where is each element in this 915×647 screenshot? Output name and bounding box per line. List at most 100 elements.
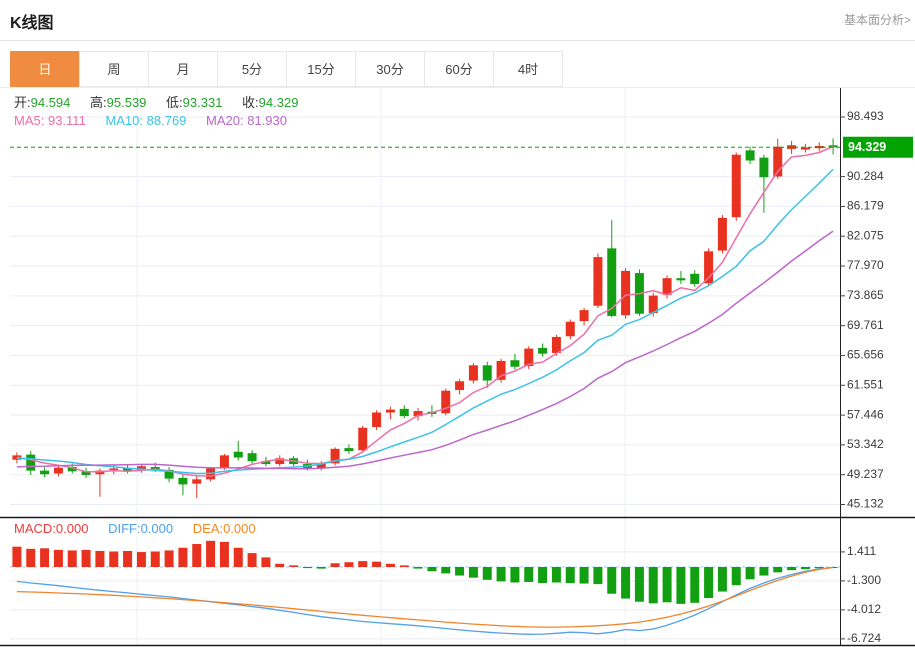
macd-hist-bar — [123, 550, 133, 567]
macd-hist-bar — [219, 541, 229, 567]
tab-60min[interactable]: 60分 — [424, 51, 494, 87]
macd-hist-bar — [538, 567, 548, 584]
macd-hist-bar — [510, 567, 520, 583]
candle-body-up — [551, 336, 561, 353]
candle-body-up — [565, 321, 575, 337]
candle-body-up — [53, 467, 63, 474]
y-axis-label: 69.761 — [847, 318, 884, 332]
macd-hist-bar — [759, 567, 769, 576]
macd-hist-bar — [233, 547, 243, 567]
macd-hist-bar — [482, 567, 492, 580]
candle-body-down — [247, 453, 257, 462]
candle-body-down — [745, 150, 755, 161]
legend-low: 低:93.331 — [166, 95, 223, 110]
candle-body-up — [455, 381, 465, 391]
tab-30min[interactable]: 30分 — [355, 51, 425, 87]
macd-hist-bar — [178, 547, 188, 567]
legend-ma10: MA10: 88.769 — [105, 113, 187, 128]
macd-axis-label: -4.012 — [847, 602, 881, 616]
macd-hist-bar — [150, 551, 160, 567]
macd-hist-bar — [192, 544, 202, 567]
macd-hist-bar — [455, 567, 465, 576]
macd-hist-bar — [81, 549, 91, 567]
candle-body-up — [496, 360, 506, 380]
legend-high: 高:95.539 — [90, 95, 147, 110]
candle-body-up — [800, 147, 810, 150]
macd-hist-bar — [53, 549, 63, 567]
macd-hist-bar — [261, 557, 271, 567]
candle-body-up — [662, 278, 672, 295]
candle-body-down — [233, 451, 243, 458]
macd-hist-bar — [524, 567, 534, 582]
tab-4hour[interactable]: 4时 — [493, 51, 563, 87]
macd-hist-bar — [330, 563, 340, 567]
candle-body-down — [344, 448, 354, 452]
current-price-label: 94.329 — [848, 140, 886, 154]
interval-tab-bar: 日周月 5分 15分 30分 60分 4时 — [10, 51, 563, 87]
macd-hist-bar — [399, 565, 409, 567]
macd-hist-bar — [468, 567, 478, 578]
candle-body-down — [399, 408, 409, 417]
legend-ma5: MA5: 93.111 — [14, 113, 86, 128]
legend-diff: DIFF:0.000 — [108, 521, 174, 536]
candle-body-down — [690, 273, 700, 284]
macd-hist-bar — [800, 567, 810, 570]
macd-hist-bar — [358, 561, 368, 567]
ma5-line — [16, 145, 834, 477]
y-axis-label: 49.237 — [847, 467, 884, 481]
tab-day[interactable]: 日 — [10, 51, 80, 87]
macd-hist-bar — [607, 567, 617, 594]
candle-body-up — [579, 310, 589, 322]
y-axis-label: 57.446 — [847, 407, 884, 421]
candle-body-down — [40, 470, 50, 475]
macd-axis-label: -6.724 — [847, 631, 881, 645]
y-axis-label: 53.342 — [847, 437, 884, 451]
tab-week[interactable]: 周 — [79, 51, 149, 87]
macd-hist-bar — [731, 567, 741, 586]
macd-hist-bar — [648, 567, 658, 604]
legend-close: 收:94.329 — [242, 95, 299, 110]
candle-body-up — [192, 479, 202, 484]
macd-hist-bar — [164, 550, 174, 567]
y-axis-label: 45.132 — [847, 497, 884, 511]
macd-hist-bar — [109, 551, 119, 567]
tab-5min[interactable]: 5分 — [217, 51, 287, 87]
macd-hist-bar — [773, 567, 783, 573]
macd-axis-label: 1.411 — [847, 544, 876, 558]
macd-hist-bar — [676, 567, 686, 604]
macd-hist-bar — [690, 567, 700, 603]
macd-hist-bar — [372, 561, 382, 567]
macd-hist-bar — [704, 567, 714, 599]
tab-15min[interactable]: 15分 — [286, 51, 356, 87]
macd-hist-bar — [621, 567, 631, 599]
candle-body-down — [482, 365, 492, 381]
macd-hist-bar — [787, 567, 797, 571]
candle-body-up — [621, 270, 631, 316]
macd-hist-bar — [67, 550, 77, 567]
y-axis-label: 77.970 — [847, 258, 884, 272]
legend-dea: DEA:0.000 — [192, 521, 256, 536]
ohlc-legend: 开:94.594 高:95.539 低:93.331 收:94.329 — [14, 92, 314, 111]
macd-hist-bar — [289, 565, 299, 567]
macd-hist-bar — [496, 567, 506, 582]
macd-hist-bar — [136, 552, 146, 567]
candle-body-down — [510, 360, 520, 367]
macd-hist-bar — [717, 567, 727, 592]
candle-body-up — [109, 468, 119, 470]
y-axis-label: 86.179 — [847, 199, 884, 213]
candle-body-down — [676, 278, 686, 281]
candle-body-up — [468, 365, 478, 381]
y-axis-label: 90.284 — [847, 169, 884, 183]
macd-hist-bar — [247, 553, 257, 567]
legend-open: 开:94.594 — [14, 95, 71, 110]
candle-body-up — [358, 427, 368, 451]
macd-hist-bar — [206, 540, 216, 567]
candle-body-up — [731, 154, 741, 218]
macd-hist-bar — [441, 567, 451, 574]
ma-legend: MA5: 93.111 MA10: 88.769 MA20: 81.930 — [14, 113, 303, 128]
macd-hist-bar — [745, 567, 755, 580]
macd-hist-bar — [95, 550, 105, 567]
candle-body-down — [26, 454, 36, 471]
macd-hist-bar — [344, 562, 354, 567]
tab-month[interactable]: 月 — [148, 51, 218, 87]
